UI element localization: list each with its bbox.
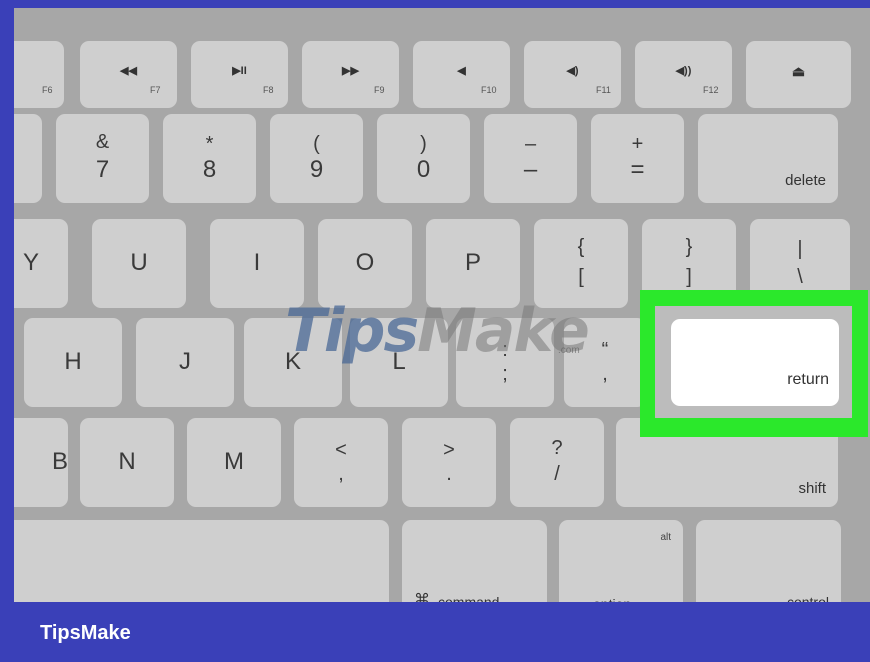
fast-forward-icon: ▶▶ <box>342 65 359 77</box>
key-f9-forward: ▶▶ F9 <box>302 41 399 108</box>
key-k: K <box>244 318 342 407</box>
key-h: H <box>24 318 122 407</box>
footer-bar: TipsMake <box>0 602 870 662</box>
key-equals: + = <box>591 114 684 203</box>
key-8: * 8 <box>163 114 256 203</box>
key-j: J <box>136 318 234 407</box>
key-return: return <box>671 319 839 406</box>
key-0: ) 0 <box>377 114 470 203</box>
command-icon: ⌘ <box>414 592 430 602</box>
key-option: alt option <box>559 520 683 602</box>
key-l: L <box>350 318 448 407</box>
rewind-icon: ◀◀ <box>120 65 137 77</box>
top-border <box>0 0 870 8</box>
key-p: P <box>426 219 520 308</box>
key-f7-rewind: ◀◀ F7 <box>80 41 177 108</box>
key-semicolon: : ; <box>456 318 554 407</box>
tutorial-image: F6 ◀◀ F7 ▶II F8 ▶▶ F9 ◀ F10 ◀) F11 ◀)) F… <box>0 0 870 662</box>
key-partial-left <box>14 114 42 203</box>
key-minus: – – <box>484 114 577 203</box>
key-f10-mute: ◀ F10 <box>413 41 510 108</box>
key-n: N <box>80 418 174 507</box>
watermark-suffix: .com <box>558 345 580 356</box>
key-quote: “ , <box>564 318 646 407</box>
brand-name: TipsMake <box>40 622 131 644</box>
eject-icon: ⏏ <box>791 63 806 79</box>
key-f8-play-pause: ▶II F8 <box>191 41 288 108</box>
left-border <box>0 0 14 662</box>
key-u: U <box>92 219 186 308</box>
mute-icon: ◀ <box>457 65 466 77</box>
key-o: O <box>318 219 412 308</box>
key-m: M <box>187 418 281 507</box>
key-period: > . <box>402 418 496 507</box>
key-7: & 7 <box>56 114 149 203</box>
key-eject: ⏏ <box>746 41 851 108</box>
key-delete: delete <box>698 114 838 203</box>
key-i: I <box>210 219 304 308</box>
key-f12-volume-up: ◀)) F12 <box>635 41 732 108</box>
play-pause-icon: ▶II <box>232 65 247 77</box>
key-slash: ? / <box>510 418 604 507</box>
key-left-bracket: { [ <box>534 219 628 308</box>
key-control: control <box>696 520 841 602</box>
key-f6: F6 <box>14 41 64 108</box>
volume-up-icon: ◀)) <box>675 65 692 77</box>
key-command: ⌘ command <box>402 520 547 602</box>
key-b: B <box>14 418 68 507</box>
key-y: Y <box>14 219 68 308</box>
key-9: ( 9 <box>270 114 363 203</box>
volume-down-icon: ◀) <box>566 65 579 77</box>
key-space <box>14 520 389 602</box>
key-comma: < , <box>294 418 388 507</box>
key-f11-volume-down: ◀) F11 <box>524 41 621 108</box>
